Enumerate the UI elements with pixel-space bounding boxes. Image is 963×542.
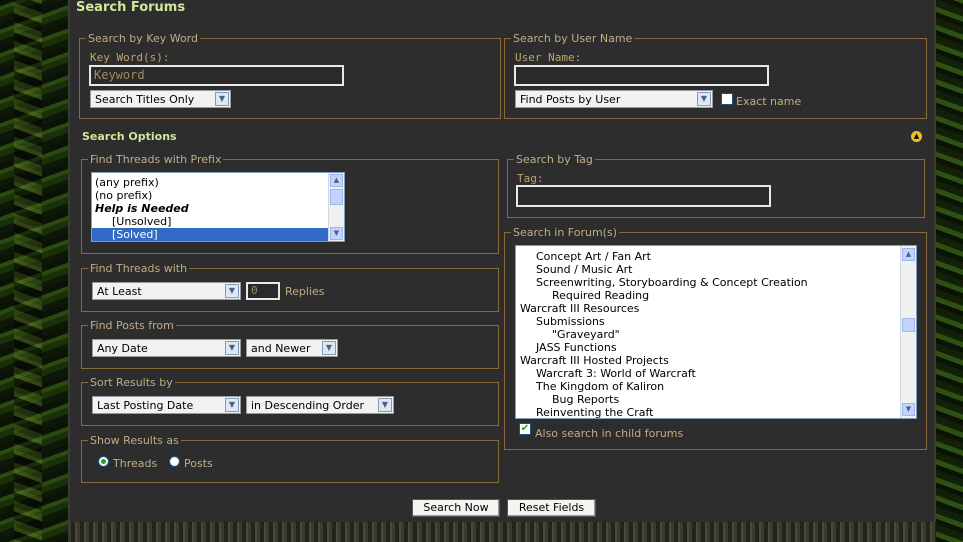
prefix-listbox[interactable]: (any prefix) (no prefix) Help is Needed … <box>91 172 345 242</box>
posts-radio[interactable] <box>169 456 180 467</box>
replies-legend: Find Threads with <box>90 262 188 275</box>
forum-option[interactable]: Warcraft III Resources <box>516 302 916 315</box>
reset-fields-button[interactable]: Reset Fields <box>507 499 596 517</box>
chevron-down-icon: ▼ <box>697 92 711 106</box>
forum-option[interactable]: Sound / Music Art <box>516 263 916 276</box>
forum-option[interactable]: Submissions <box>516 315 916 328</box>
threads-radio[interactable] <box>98 456 109 467</box>
show-results-legend: Show Results as <box>90 434 179 447</box>
sort-field-value: Last Posting Date <box>97 399 194 412</box>
keyword-input[interactable]: Keyword <box>89 65 344 86</box>
search-now-button[interactable]: Search Now <box>412 499 500 517</box>
scroll-thumb[interactable] <box>902 318 915 332</box>
search-scope-value: Search Titles Only <box>95 93 195 106</box>
username-label: User Name: <box>515 51 582 64</box>
prefix-option-selected[interactable]: [Solved] <box>92 228 329 241</box>
chevron-down-icon: ▼ <box>378 398 392 412</box>
scroll-thumb[interactable] <box>330 189 343 205</box>
prefix-option[interactable]: (any prefix) <box>92 176 344 189</box>
date-select[interactable]: Any Date ▼ <box>92 339 241 357</box>
forum-option[interactable]: Bug Reports <box>516 393 916 406</box>
scroll-up-icon[interactable]: ▲ <box>902 248 915 261</box>
date-direction-value: and Newer <box>251 342 311 355</box>
exact-name-label: Exact name <box>736 95 802 108</box>
prefix-group: Help is Needed <box>95 202 189 215</box>
date-value: Any Date <box>97 342 148 355</box>
forum-option[interactable]: The Kingdom of Kaliron <box>516 380 916 393</box>
page-title: Search Forums <box>76 0 186 15</box>
forums-listbox[interactable]: Concept Art / Fan Art Sound / Music Art … <box>515 245 917 419</box>
replies-compare-value: At Least <box>97 285 142 298</box>
forum-option[interactable]: Warcraft 3: World of Warcraft <box>516 367 916 380</box>
sort-order-select[interactable]: in Descending Order ▼ <box>246 396 394 414</box>
right-vine-border <box>936 0 963 542</box>
scroll-down-icon[interactable]: ▼ <box>902 403 915 416</box>
forum-option[interactable]: "Graveyard" <box>516 328 916 341</box>
child-forums-checkbox[interactable]: ✔ <box>519 423 531 435</box>
username-legend: Search by User Name <box>513 32 633 45</box>
forum-option[interactable]: Required Reading <box>516 289 916 302</box>
chevron-down-icon: ▼ <box>225 341 239 355</box>
user-mode-value: Find Posts by User <box>520 93 621 106</box>
bottom-border <box>68 522 936 542</box>
sort-legend: Sort Results by <box>90 376 173 389</box>
search-options-header: Search Options <box>82 130 177 143</box>
keyword-label: Key Word(s): <box>90 51 170 64</box>
chevron-down-icon: ▼ <box>225 284 239 298</box>
child-forums-label: Also search in child forums <box>535 427 684 440</box>
posts-label: Posts <box>184 457 213 470</box>
user-mode-select[interactable]: Find Posts by User ▼ <box>515 90 713 108</box>
username-input[interactable] <box>514 65 769 86</box>
date-direction-select[interactable]: and Newer ▼ <box>246 339 338 357</box>
forums-scrollbar[interactable]: ▲ ▼ <box>900 246 916 418</box>
forum-option[interactable]: Warcraft III Hosted Projects <box>516 354 916 367</box>
left-vine-border <box>0 0 68 542</box>
prefix-scrollbar[interactable]: ▲ ▼ <box>328 173 344 241</box>
prefix-option[interactable]: [Unsolved] <box>92 215 344 228</box>
sort-order-value: in Descending Order <box>251 399 365 412</box>
sort-field-select[interactable]: Last Posting Date ▼ <box>92 396 241 414</box>
collapse-up-icon[interactable]: ▲ <box>910 130 923 143</box>
scroll-down-icon[interactable]: ▼ <box>330 227 343 240</box>
forums-legend: Search in Forum(s) <box>513 226 618 239</box>
forum-option[interactable]: Reinventing the Craft <box>516 406 916 418</box>
threads-label: Threads <box>113 457 158 470</box>
tag-label: Tag: <box>517 172 544 185</box>
chevron-down-icon: ▼ <box>225 398 239 412</box>
forum-option[interactable]: Screenwriting, Storyboarding & Concept C… <box>516 276 916 289</box>
prefix-legend: Find Threads with Prefix <box>90 153 222 166</box>
replies-count-input[interactable]: 0 <box>246 282 280 300</box>
forum-option[interactable]: Concept Art / Fan Art <box>516 250 916 263</box>
keyword-legend: Search by Key Word <box>88 32 198 45</box>
chevron-down-icon: ▼ <box>215 92 229 106</box>
replies-unit: Replies <box>285 285 325 298</box>
exact-name-checkbox[interactable] <box>721 93 733 105</box>
posts-from-legend: Find Posts from <box>90 319 174 332</box>
replies-compare-select[interactable]: At Least ▼ <box>92 282 241 300</box>
tag-input[interactable] <box>516 185 771 207</box>
prefix-option[interactable]: (no prefix) <box>92 189 344 202</box>
tag-legend: Search by Tag <box>516 153 593 166</box>
chevron-down-icon: ▼ <box>322 341 336 355</box>
forum-option[interactable]: JASS Functions <box>516 341 916 354</box>
search-scope-select[interactable]: Search Titles Only ▼ <box>90 90 231 108</box>
scroll-up-icon[interactable]: ▲ <box>330 174 343 187</box>
